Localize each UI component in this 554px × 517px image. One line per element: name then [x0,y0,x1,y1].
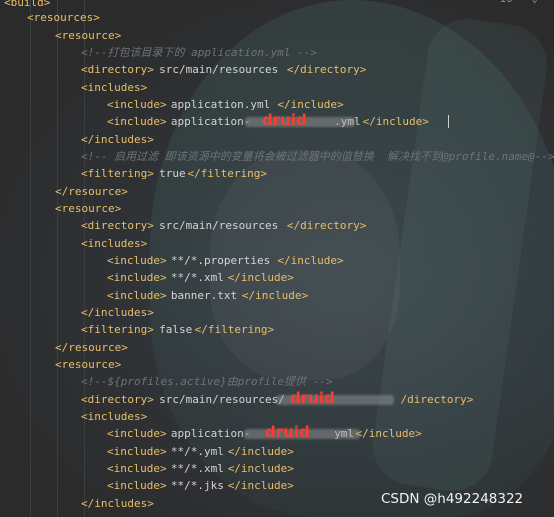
xml-tag: <directory> [81,63,154,76]
xml-tag: <include> [107,427,167,440]
xml-tag: <include> [107,271,167,284]
xml-tag: </include> [241,289,309,302]
xml-tag: </resource> [55,341,128,354]
xml-tag: </include> [227,271,294,284]
code-line[interactable]: <include> banner.txt </include> [0,287,554,304]
code-line[interactable]: <includes> [0,79,554,96]
xml-text: **/*.jks [170,479,224,492]
xml-tag: <resource> [55,358,122,371]
xml-tag: <includes> [81,81,148,94]
xml-text: true [159,167,186,180]
xml-text: **/*.yml [170,445,224,458]
csdn-watermark: CSDN @h492248322 [381,491,524,507]
xml-tag: /directory> [400,393,474,406]
code-line[interactable]: <directory> src/main/resources/ /director… [0,389,554,408]
code-line[interactable]: <include> **/*.yml </include> [0,443,554,460]
xml-text: src/main/resources [159,219,279,232]
code-editor[interactable]: 10⌃⌄ <build><resources><resource><!--打包该… [0,0,554,517]
xml-tag: </includes> [81,133,154,146]
druid-watermark: druid [265,423,310,441]
xml-tag: <directory> [81,393,154,406]
code-line[interactable]: <include> application- yml </include> druid [0,423,554,442]
druid-watermark: druid [262,111,307,129]
code-line[interactable]: <directory> src/main/resources </directory… [0,61,554,78]
xml-tag: <include> [107,445,167,458]
xml-tag: <includes> [81,410,148,423]
xml-text: banner.txt [170,289,238,302]
xml-tag: </include> [227,462,294,475]
xml-tag: </include> [277,254,344,267]
xml-tag: <include> [107,115,167,128]
code-line[interactable]: </includes> [0,304,554,321]
code-line[interactable]: <!--${profiles.active}由profile提供 --> [0,373,554,390]
code-line[interactable]: <resources> [0,9,554,26]
xml-tag: <include> [107,98,167,111]
xml-comment: <!--打包该目录下的 application.yml --> [81,46,317,59]
xml-tag: <include> [107,462,167,475]
xml-tag: <include> [107,479,167,492]
xml-tag: </filtering> [194,323,275,336]
code-line[interactable]: <resource> [0,200,554,217]
code-line[interactable]: </resource> [0,183,554,200]
code-line[interactable]: <!-- 启用过滤 即该资源中的变量将会被过滤器中的值替换 解决找不到@prof… [0,148,554,165]
code-line[interactable]: <directory> src/main/resources </directory… [0,217,554,234]
xml-tag: </include> [362,115,429,128]
xml-text: **/*.xml [170,271,224,284]
xml-tag: </directory> [286,63,367,76]
xml-tag: <include> [107,254,167,267]
xml-text: application- [170,427,251,440]
xml-tag: </include> [227,479,294,492]
xml-comment: <!-- 启用过滤 即该资源中的变量将会被过滤器中的值替换 解决找不到@prof… [81,150,554,163]
xml-tag: <filtering> [81,167,154,180]
xml-comment: <!--${profiles.active}由profile提供 --> [81,375,333,388]
code-line[interactable]: </includes> [0,131,554,148]
xml-tag: </include> [227,445,294,458]
xml-tag: <directory> [81,219,154,232]
xml-tag: <filtering> [81,323,154,336]
code-line[interactable]: </resource> [0,339,554,356]
xml-text: src/main/resources/ [159,393,285,406]
xml-tag: </includes> [81,497,154,510]
xml-text: application- [170,115,251,128]
druid-watermark: druid [290,389,335,407]
xml-tag: <resource> [55,29,122,42]
code-line[interactable]: <includes> [0,235,554,252]
xml-tag: </includes> [81,306,154,319]
code-line[interactable]: <include> **/*.xml </include> [0,269,554,286]
code-line[interactable]: <filtering> false </filtering> [0,321,554,338]
code-line[interactable]: <resource> [0,27,554,44]
xml-tag: </directory> [286,219,367,232]
xml-text: false [159,323,193,336]
xml-tag: <resource> [55,202,122,215]
code-line[interactable]: <resource> [0,356,554,373]
text-caret [448,115,449,128]
xml-tag: </resource> [55,185,128,198]
code-line[interactable]: <include> **/*.xml </include> [0,460,554,477]
xml-text: src/main/resources [159,63,279,76]
xml-text: application.yml [170,98,271,111]
xml-tag: <include> [107,289,167,302]
xml-tag: </include> [355,427,422,440]
code-line[interactable]: <include> **/*.properties </include> [0,252,554,269]
code-line[interactable]: <include> application- .yml </include> drui… [0,111,554,130]
xml-tag: <includes> [81,237,148,250]
code-line[interactable]: <filtering> true </filtering> [0,165,554,182]
xml-tag: </filtering> [187,167,267,180]
xml-text: **/*.xml [170,462,224,475]
xml-tag: <resources> [27,11,100,24]
code-line[interactable]: <!--打包该目录下的 application.yml --> [0,44,554,61]
xml-text: **/*.properties [170,254,271,267]
